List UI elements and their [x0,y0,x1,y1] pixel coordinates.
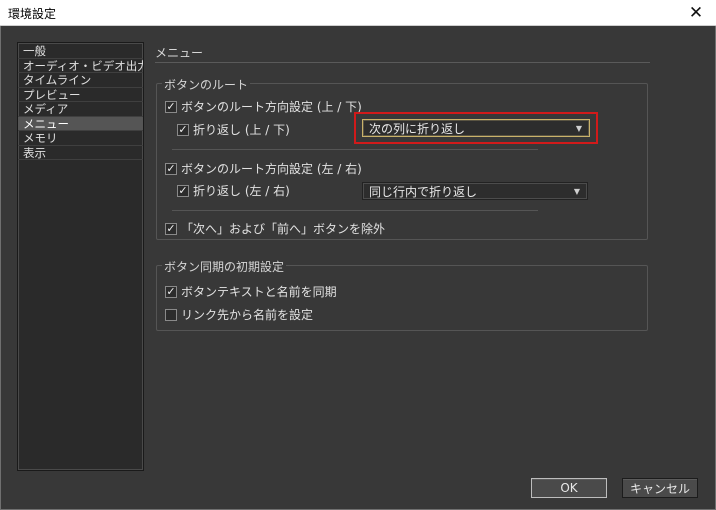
exclude-nav-label: 「次へ」および「前へ」ボタンを除外 [181,222,386,236]
chevron-down-icon: ▼ [573,186,581,196]
sync-text-checkbox-row[interactable]: ✓ ボタンテキストと名前を同期 [165,283,337,300]
link-name-label: リンク先から名前を設定 [181,308,314,322]
horizontal-wrap-dropdown-value: 同じ行内で折り返し [369,184,478,199]
vertical-wrap-label: 折り返し (上 / 下) [193,123,290,137]
sync-text-checkbox[interactable]: ✓ [165,285,177,298]
exclude-nav-checkbox-row[interactable]: ✓ 「次へ」および「前へ」ボタンを除外 [165,220,385,237]
horizontal-routing-checkbox[interactable]: ✓ [165,162,177,175]
link-name-checkbox-row[interactable]: リンク先から名前を設定 [165,306,313,323]
button-routing-group-title: ボタンのルート [162,76,251,93]
sidebar-item-media[interactable]: メディア [18,102,143,117]
page-title: メニュー [155,46,204,60]
title-bar: 環境設定 ✕ [0,0,716,26]
sidebar-item-general[interactable]: 一般 [18,44,143,59]
window-title: 環境設定 [8,7,57,21]
routing-separator-1 [172,149,538,150]
vertical-routing-checkbox[interactable]: ✓ [165,100,177,113]
chevron-down-icon: ▼ [575,123,583,133]
ok-button[interactable]: OK [531,478,607,498]
horizontal-wrap-dropdown[interactable]: 同じ行内で折り返し ▼ [362,182,588,200]
sidebar-item-audio-video-output[interactable]: オーディオ・ビデオ出力 [18,59,143,73]
horizontal-routing-label: ボタンのルート方向設定 (左 / 右) [181,162,362,176]
horizontal-wrap-checkbox-row[interactable]: ✓ 折り返し (左 / 右) [177,182,290,199]
vertical-routing-checkbox-row[interactable]: ✓ ボタンのルート方向設定 (上 / 下) [165,98,362,115]
category-list: 一般 オーディオ・ビデオ出力 タイムライン プレビュー メディア メニュー メモ… [17,42,144,471]
vertical-wrap-dropdown-value: 次の列に折り返し [369,121,466,136]
horizontal-wrap-label: 折り返し (左 / 右) [193,184,290,198]
horizontal-wrap-checkbox[interactable]: ✓ [177,184,189,197]
button-sync-group-title: ボタン同期の初期設定 [162,258,287,275]
vertical-wrap-dropdown[interactable]: 次の列に折り返し ▼ [362,119,590,137]
exclude-nav-checkbox[interactable]: ✓ [165,222,177,235]
vertical-wrap-checkbox-row[interactable]: ✓ 折り返し (上 / 下) [177,121,290,138]
close-icon[interactable]: ✕ [676,0,716,26]
routing-separator-2 [172,210,538,211]
vertical-routing-label: ボタンのルート方向設定 (上 / 下) [181,100,362,114]
page-title-divider [155,62,650,63]
sidebar-item-preview[interactable]: プレビュー [18,88,143,102]
cancel-button[interactable]: キャンセル [622,478,698,498]
link-name-checkbox[interactable] [165,308,177,321]
vertical-wrap-checkbox[interactable]: ✓ [177,123,189,136]
sidebar-item-memory[interactable]: メモリ [18,131,143,146]
horizontal-routing-checkbox-row[interactable]: ✓ ボタンのルート方向設定 (左 / 右) [165,160,362,177]
sidebar-item-display[interactable]: 表示 [18,146,143,160]
sidebar-item-timeline[interactable]: タイムライン [18,73,143,88]
sync-text-label: ボタンテキストと名前を同期 [181,285,337,299]
sidebar-item-menu[interactable]: メニュー [18,116,143,131]
